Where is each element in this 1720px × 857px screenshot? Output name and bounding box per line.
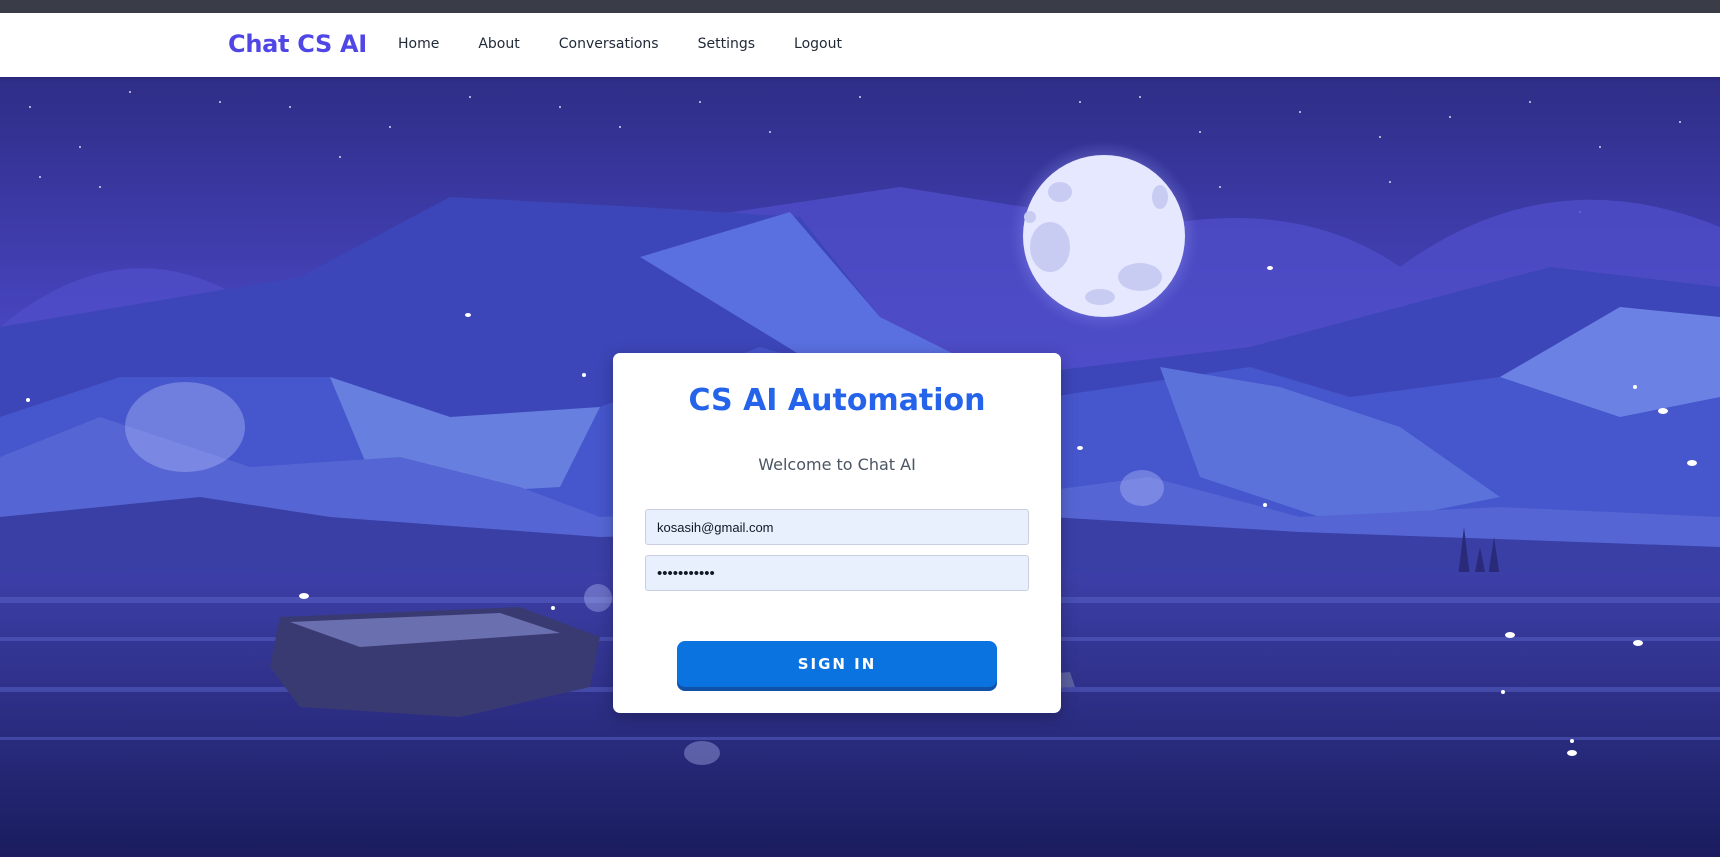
nav-link-about[interactable]: About	[478, 36, 519, 52]
nav-links: Home About Conversations Settings Logout	[398, 36, 881, 52]
sign-in-button[interactable]: SIGN IN	[677, 641, 997, 687]
nav-link-conversations[interactable]: Conversations	[559, 36, 659, 52]
navbar: Chat CS AI Home About Conversations Sett…	[0, 13, 1720, 77]
nav-link-settings[interactable]: Settings	[698, 36, 755, 52]
nav-link-logout[interactable]: Logout	[794, 36, 842, 52]
nav-link-home[interactable]: Home	[398, 36, 439, 52]
login-card: CS AI Automation Welcome to Chat AI SIGN…	[613, 353, 1061, 713]
browser-top-strip	[0, 0, 1720, 13]
password-field[interactable]	[645, 555, 1029, 591]
login-subtitle: Welcome to Chat AI	[758, 455, 916, 474]
login-title: CS AI Automation	[688, 383, 986, 418]
email-field[interactable]	[645, 509, 1029, 545]
brand-logo[interactable]: Chat CS AI	[228, 30, 367, 58]
